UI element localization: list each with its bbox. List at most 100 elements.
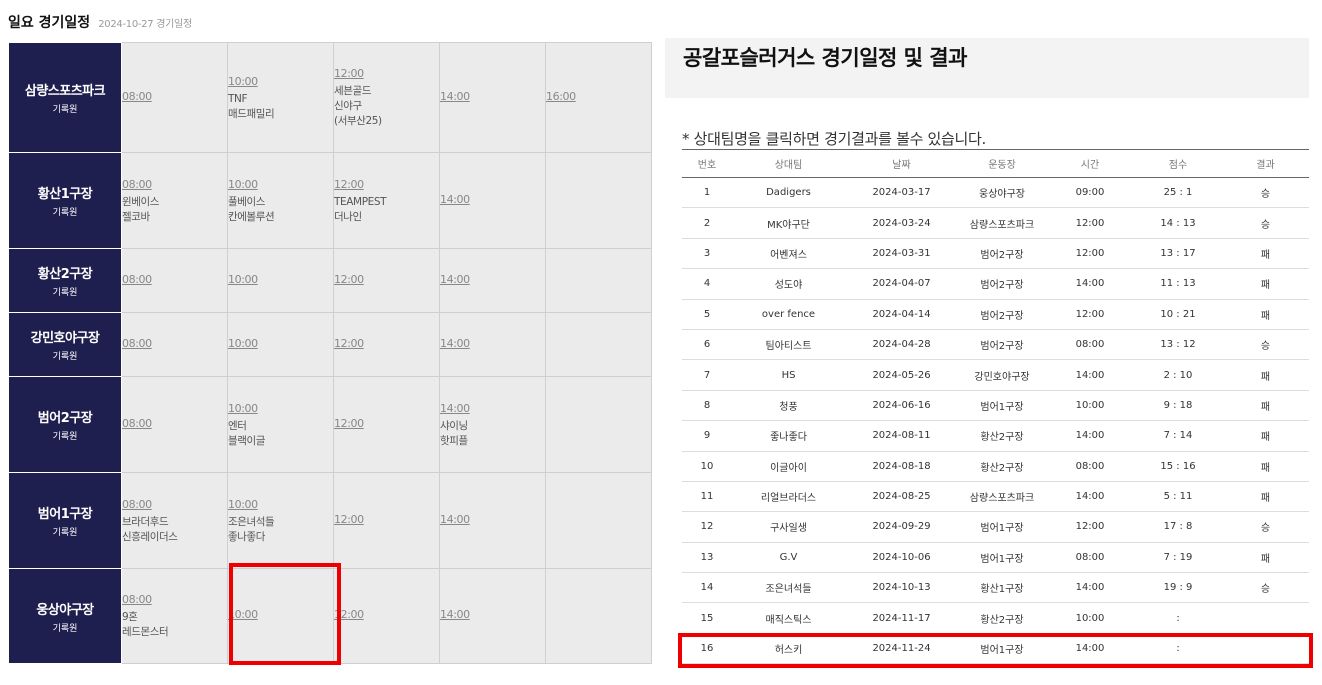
slot-time-link[interactable]: 16:00 — [546, 89, 651, 104]
opponent-name[interactable]: HS — [732, 359, 845, 391]
game-score: 17 : 8 — [1134, 511, 1222, 543]
opponent-name[interactable]: 팀아티스트 — [732, 329, 845, 361]
opponent-name[interactable]: over fence — [732, 299, 845, 330]
opponent-name[interactable]: 리얼브라더스 — [732, 481, 845, 513]
slot-time-link[interactable]: 12:00 — [334, 272, 439, 287]
slot-time-link[interactable]: 12:00 — [334, 607, 439, 622]
time-slot-cell[interactable]: 12:00 — [333, 248, 440, 313]
time-slot-cell[interactable]: 10:00 엔터 블랙이글 — [227, 376, 334, 473]
slot-time-link[interactable]: 12:00 — [334, 416, 439, 431]
time-slot-cell[interactable]: 08:00 9혼 레드몬스터 — [121, 568, 228, 664]
time-slot-cell[interactable]: 08:00 — [121, 248, 228, 313]
game-venue: 황산2구장 — [958, 420, 1046, 452]
slot-time-link[interactable]: 08:00 — [122, 416, 227, 431]
opponent-name[interactable]: 매직스틱스 — [732, 602, 845, 634]
column-header: 날짜 — [845, 149, 958, 178]
game-time: 10:00 — [1046, 602, 1134, 634]
opponent-name[interactable]: G.V — [732, 542, 845, 574]
table-row: 7 HS 2024-05-26 강민호야구장 14:00 2 : 10 패 — [682, 359, 1309, 391]
time-slot-cell[interactable]: 14:00 샤이닝 핫피플 — [439, 376, 546, 473]
slot-time-link[interactable]: 14:00 — [440, 272, 545, 287]
opponent-name[interactable]: 조은녀석들 — [732, 572, 845, 604]
time-slot-cell[interactable]: 10:00 조은녀석들 좋나좋다 — [227, 472, 334, 569]
slot-team-name: 매드패밀리 — [228, 107, 275, 120]
time-slot-cell[interactable]: 14:00 — [439, 472, 546, 569]
game-venue: 황산2구장 — [958, 602, 1046, 634]
slot-time-link[interactable]: 14:00 — [440, 607, 545, 622]
time-slot-cell[interactable]: 12:00 — [333, 376, 440, 473]
opponent-name[interactable]: Dadigers — [732, 177, 845, 209]
venue-recorder: 기록원 — [52, 623, 78, 634]
time-slot-cell[interactable]: 16:00 — [545, 42, 652, 153]
opponent-name[interactable]: 이글아이 — [732, 451, 845, 482]
opponent-name[interactable]: 구사일생 — [732, 511, 845, 543]
opponent-name[interactable]: 좋나좋다 — [732, 420, 845, 452]
opponent-name[interactable]: 청풍 — [732, 390, 845, 422]
time-slot-cell[interactable]: 08:00 — [121, 376, 228, 473]
game-time: 12:00 — [1046, 207, 1134, 239]
slot-team-name: 윈베이스 — [122, 195, 160, 208]
game-venue: 범어1구장 — [958, 511, 1046, 543]
row-number: 5 — [682, 299, 732, 330]
slot-time-link[interactable]: 12:00 — [334, 336, 439, 351]
slot-time-link[interactable]: 14:00 — [440, 401, 545, 416]
time-slot-cell[interactable]: 14:00 — [439, 248, 546, 313]
slot-time-link[interactable]: 08:00 — [122, 592, 227, 607]
opponent-name[interactable]: MK야구단 — [732, 207, 845, 239]
highlight-box-results — [678, 633, 1313, 668]
time-slot-cell[interactable]: 14:00 — [439, 312, 546, 377]
time-slot-cell[interactable]: 10:00 — [227, 248, 334, 313]
venue-cell: 황산1구장 기록원 — [8, 152, 122, 249]
time-slot-cell[interactable]: 12:00 세븐골드 신야구 (서부산25) — [333, 42, 440, 153]
time-slot-cell[interactable]: 12:00 — [333, 312, 440, 377]
game-venue: 범어1구장 — [958, 390, 1046, 422]
time-slot-cell[interactable]: 12:00 — [333, 568, 440, 664]
slot-team-name: 엔터 — [228, 419, 247, 432]
slot-time-link[interactable]: 08:00 — [122, 336, 227, 351]
game-time: 14:00 — [1046, 268, 1134, 300]
slot-time-link[interactable]: 14:00 — [440, 89, 545, 104]
game-time: 14:00 — [1046, 359, 1134, 391]
slot-time-link[interactable]: 14:00 — [440, 336, 545, 351]
game-score: 19 : 9 — [1134, 572, 1222, 604]
slot-time-link[interactable]: 10:00 — [228, 401, 333, 416]
slot-time-link[interactable]: 10:00 — [228, 272, 333, 287]
slot-time-link[interactable]: 08:00 — [122, 89, 227, 104]
schedule-row: 범어1구장 기록원 08:00 브라더후드 신흥레이더스 10:00 조은녀석들 좋나좋다 12… — [8, 472, 652, 569]
venue-recorder: 기록원 — [52, 208, 78, 218]
slot-time-link[interactable]: 08:00 — [122, 497, 227, 512]
time-slot-cell[interactable]: 08:00 윈베이스 젤코바 — [121, 152, 228, 249]
slot-time-link[interactable]: 08:00 — [122, 177, 227, 192]
game-date: 2024-03-17 — [845, 177, 958, 209]
slot-team-name: 좋나좋다 — [228, 530, 266, 543]
time-slot-cell[interactable]: 08:00 — [121, 42, 228, 153]
slot-time-link[interactable]: 14:00 — [440, 512, 545, 527]
schedule-row: 황산1구장 기록원 08:00 윈베이스 젤코바 10:00 풀베이스 칸에볼루션 12:00 T… — [8, 152, 652, 249]
time-slot-cell[interactable]: 14:00 — [439, 568, 546, 664]
game-date: 2024-04-07 — [845, 268, 958, 300]
time-slot-cell[interactable]: 14:00 — [439, 152, 546, 249]
slot-time-link[interactable]: 10:00 — [228, 177, 333, 192]
time-slot-cell[interactable]: 08:00 브라더후드 신흥레이더스 — [121, 472, 228, 569]
time-slot-cell[interactable]: 12:00 — [333, 472, 440, 569]
slot-time-link[interactable]: 10:00 — [228, 74, 333, 89]
slot-time-link[interactable]: 14:00 — [440, 192, 545, 207]
time-slot-cell[interactable]: 12:00 TEAMPEST 더나인 — [333, 152, 440, 249]
slot-time-link[interactable]: 10:00 — [228, 336, 333, 351]
time-slot-cell[interactable]: 10:00 — [227, 312, 334, 377]
opponent-name[interactable]: 성도야 — [732, 268, 845, 300]
venue-recorder: 기록원 — [52, 432, 78, 442]
time-slot-cell[interactable]: 10:00 풀베이스 칸에볼루션 — [227, 152, 334, 249]
row-number: 2 — [682, 207, 732, 239]
time-slot-cell[interactable]: 14:00 — [439, 42, 546, 153]
time-slot-cell[interactable]: 08:00 — [121, 312, 228, 377]
slot-time-link[interactable]: 08:00 — [122, 272, 227, 287]
game-result — [1222, 602, 1309, 634]
opponent-name[interactable]: 어벤져스 — [732, 238, 845, 270]
slot-time-link[interactable]: 12:00 — [334, 177, 439, 192]
game-date: 2024-08-11 — [845, 420, 958, 452]
slot-time-link[interactable]: 10:00 — [228, 497, 333, 512]
slot-time-link[interactable]: 12:00 — [334, 66, 439, 81]
time-slot-cell[interactable]: 10:00 TNF 매드패밀리 — [227, 42, 334, 153]
slot-time-link[interactable]: 12:00 — [334, 512, 439, 527]
